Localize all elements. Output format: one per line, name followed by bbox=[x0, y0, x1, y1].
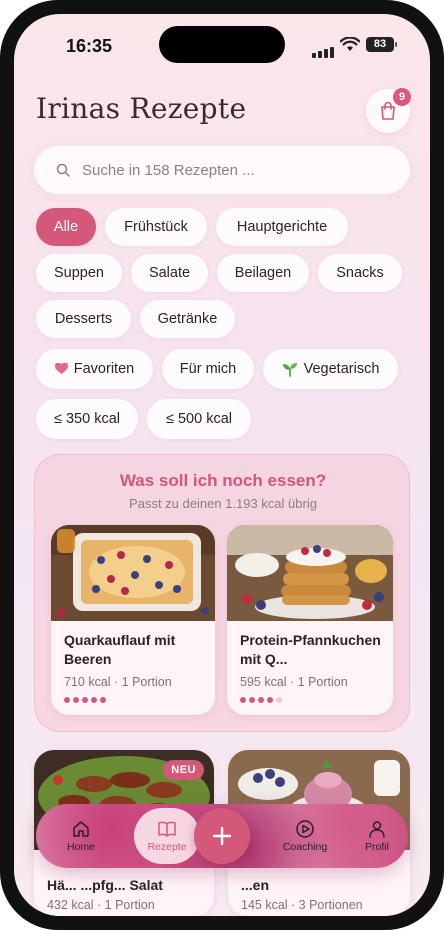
filter-chip-snacks[interactable]: Snacks bbox=[318, 254, 402, 292]
recipe-photo-quarkauflauf bbox=[51, 525, 215, 621]
app-screen: 16:35 83 Irinas Rezepte 9 Alle Frühstück… bbox=[14, 14, 430, 916]
tab-rezepte[interactable]: Rezepte bbox=[134, 808, 200, 864]
tab-label: Coaching bbox=[282, 841, 328, 853]
bottom-tab-bar: Home Rezepte Coaching Profil bbox=[36, 804, 408, 868]
filter-chip-alle[interactable]: Alle bbox=[36, 208, 96, 246]
recipe-name: ...en bbox=[241, 877, 270, 893]
status-time: 16:35 bbox=[66, 36, 113, 56]
recipe-meta: 710 kcal · 1 Portion bbox=[64, 675, 172, 689]
filter-chip-fuer-mich[interactable]: Für mich bbox=[162, 349, 254, 389]
phone-frame: 16:35 83 Irinas Rezepte 9 Alle Frühstück… bbox=[0, 0, 444, 930]
tab-coaching[interactable]: Coaching bbox=[270, 804, 340, 868]
cart-count-badge: 9 bbox=[393, 88, 411, 106]
status-bar: 16:35 83 bbox=[14, 14, 430, 74]
suggestion-panel: Was soll ich noch essen? Passt zu deinen… bbox=[34, 454, 410, 732]
filter-chip-favoriten[interactable]: Favoriten bbox=[36, 349, 153, 389]
filter-chip-hauptgerichte[interactable]: Hauptgerichte bbox=[216, 208, 348, 246]
search-bar[interactable] bbox=[34, 146, 410, 194]
recipe-card-protein-pfannkuchen[interactable]: Protein-Pfannkuchen mit Q... 595 kcal · … bbox=[227, 525, 393, 715]
tab-home[interactable]: Home bbox=[46, 804, 116, 868]
dynamic-island bbox=[159, 26, 285, 63]
filter-chip-beilagen[interactable]: Beilagen bbox=[217, 254, 309, 292]
rating-dots bbox=[64, 697, 109, 703]
filter-chip-salate[interactable]: Salate bbox=[131, 254, 208, 292]
recipe-meta: 595 kcal · 1 Portion bbox=[240, 675, 348, 689]
filter-chip-label: Vegetarisch bbox=[303, 361, 380, 377]
recipe-meta: 432 kcal · 1 Portion bbox=[47, 898, 155, 912]
tab-label: Rezepte bbox=[147, 841, 187, 853]
tab-label: Home bbox=[66, 841, 95, 853]
battery-cap bbox=[395, 42, 397, 47]
tab-profil[interactable]: Profil bbox=[342, 804, 408, 868]
rating-dots bbox=[240, 697, 285, 703]
play-circle-icon bbox=[296, 820, 314, 838]
seedling-icon bbox=[282, 361, 298, 377]
home-icon bbox=[73, 821, 89, 837]
filter-chip-vegetarisch[interactable]: Vegetarisch bbox=[263, 349, 398, 389]
filter-chip-500-kcal[interactable]: ≤ 500 kcal bbox=[147, 399, 251, 439]
filter-chip-getraenke[interactable]: Getränke bbox=[140, 300, 235, 338]
shopping-bag-icon bbox=[381, 101, 395, 120]
recipe-card-quarkauflauf[interactable]: Quarkauflauf mit Beeren 710 kcal · 1 Por… bbox=[51, 525, 215, 715]
search-icon bbox=[56, 163, 70, 177]
filter-chip-label: Favoriten bbox=[73, 361, 135, 377]
search-input[interactable] bbox=[82, 161, 372, 179]
plus-icon bbox=[212, 826, 232, 846]
suggestion-title: Was soll ich noch essen? bbox=[119, 471, 327, 490]
filter-chip-suppen[interactable]: Suppen bbox=[36, 254, 122, 292]
person-icon bbox=[369, 821, 385, 838]
recipe-photo-protein-pfannkuchen bbox=[227, 525, 393, 621]
filter-chip-desserts[interactable]: Desserts bbox=[36, 300, 131, 338]
recipe-name: Quarkauflauf mit Beeren bbox=[64, 632, 176, 667]
recipe-meta: 145 kcal · 3 Portionen bbox=[241, 898, 363, 912]
suggestion-subtitle: Passt zu deinen 1.193 kcal übrig bbox=[129, 496, 317, 511]
add-recipe-button[interactable] bbox=[194, 808, 250, 864]
heart-icon bbox=[54, 363, 68, 375]
wifi-icon bbox=[340, 37, 360, 51]
battery-icon: 83 bbox=[366, 37, 394, 52]
cellular-signal-icon bbox=[312, 40, 336, 58]
recipe-name: Hä... ...pfg... Salat bbox=[47, 877, 163, 893]
filter-chip-350-kcal[interactable]: ≤ 350 kcal bbox=[36, 399, 138, 439]
new-badge: NEU bbox=[163, 760, 204, 780]
book-icon bbox=[158, 821, 176, 837]
filter-chip-fruehstueck[interactable]: Frühstück bbox=[105, 208, 207, 246]
tab-label: Profil bbox=[365, 841, 389, 853]
recipe-name: Protein-Pfannkuchen mit Q... bbox=[240, 632, 381, 667]
page-title: Irinas Rezepte bbox=[36, 92, 247, 125]
